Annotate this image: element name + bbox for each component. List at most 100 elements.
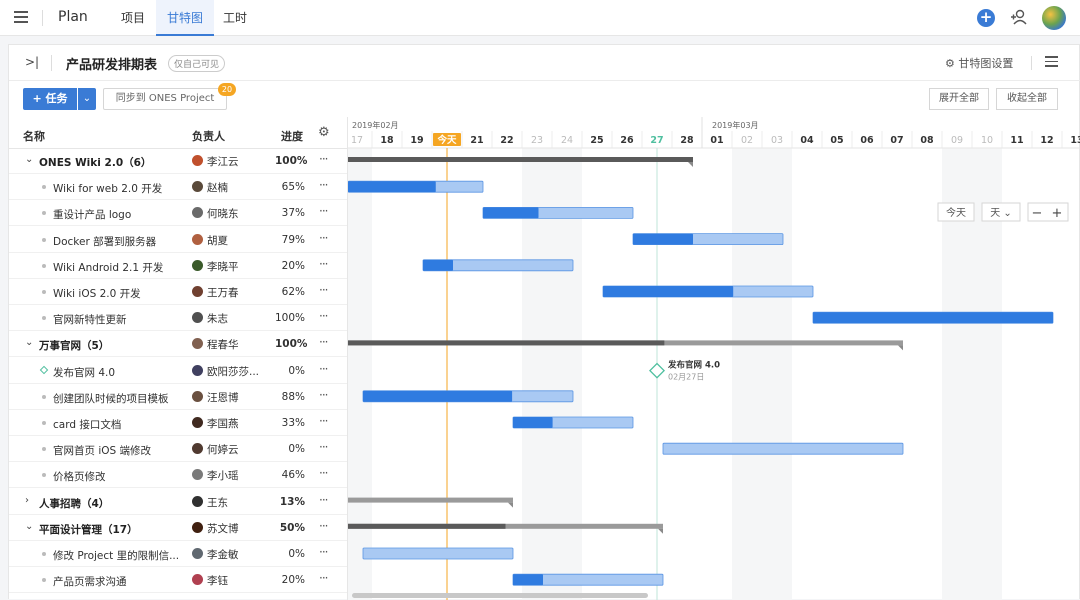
- more-actions-icon[interactable]: ···: [319, 414, 329, 428]
- summary-bar-end: [688, 162, 693, 167]
- more-actions-icon[interactable]: ···: [319, 493, 329, 507]
- chevron-down-icon[interactable]: ⌄: [25, 337, 33, 348]
- task-row[interactable]: Docker 部署到服务器 胡夏 79% ···: [9, 227, 347, 253]
- task-row[interactable]: 价格页修改 李小瑶 46% ···: [9, 462, 347, 489]
- owner-cell[interactable]: 朱志: [192, 311, 228, 326]
- owner-cell[interactable]: 王万春: [192, 285, 239, 300]
- task-name[interactable]: Wiki Android 2.1 开发: [53, 260, 187, 275]
- add-member-icon[interactable]: [1008, 6, 1030, 28]
- group-row[interactable]: ⌄ 万事官网（5） 程春华 100% ···: [9, 331, 347, 358]
- column-header-progress[interactable]: 进度: [281, 128, 303, 148]
- more-actions-icon[interactable]: ···: [319, 231, 329, 245]
- chevron-down-icon[interactable]: ⌄: [25, 521, 33, 532]
- owner-cell[interactable]: 李晓平: [192, 259, 239, 274]
- more-actions-icon[interactable]: ···: [319, 152, 329, 166]
- task-row[interactable]: Wiki iOS 2.0 开发 王万春 62% ···: [9, 279, 347, 305]
- user-avatar[interactable]: [1042, 6, 1066, 30]
- gantt-settings-button[interactable]: ⚙ 甘特图设置: [945, 55, 1013, 71]
- more-actions-icon[interactable]: ···: [319, 388, 329, 402]
- owner-cell[interactable]: 李小瑶: [192, 468, 239, 483]
- more-actions-icon[interactable]: ···: [319, 257, 329, 271]
- list-view-icon[interactable]: [1045, 56, 1058, 67]
- group-row[interactable]: ⌄ 平面设计管理（17） 苏文博 50% ···: [9, 515, 347, 541]
- owner-cell[interactable]: 李江云: [192, 154, 239, 169]
- task-name[interactable]: 重设计产品 logo: [53, 207, 187, 222]
- task-name[interactable]: Wiki for web 2.0 开发: [53, 181, 187, 196]
- task-name[interactable]: ONES Wiki 2.0（6）: [39, 155, 189, 170]
- summary-bar[interactable]: [348, 497, 513, 503]
- more-actions-icon[interactable]: ···: [319, 519, 329, 533]
- task-name[interactable]: Docker 部署到服务器: [53, 234, 187, 249]
- owner-cell[interactable]: 王东: [192, 495, 228, 510]
- tab-projects[interactable]: 项目: [110, 0, 156, 36]
- task-row[interactable]: Wiki for web 2.0 开发 赵楠 65% ···: [9, 174, 347, 201]
- task-row[interactable]: 修改 Project 里的限制信... 李金敏 0% ···: [9, 541, 347, 567]
- more-actions-icon[interactable]: ···: [319, 335, 329, 349]
- more-actions-icon[interactable]: ···: [319, 204, 329, 218]
- more-actions-icon[interactable]: ···: [319, 178, 329, 192]
- task-name[interactable]: 发布官网 4.0: [53, 365, 187, 380]
- more-actions-icon[interactable]: ···: [319, 545, 329, 559]
- task-bar[interactable]: [362, 547, 514, 560]
- chevron-down-icon[interactable]: ⌄: [78, 88, 96, 110]
- create-plus-icon[interactable]: +: [977, 9, 995, 27]
- owner-cell[interactable]: 何晓东: [192, 206, 239, 221]
- horizontal-scrollbar[interactable]: [352, 593, 648, 598]
- owner-cell[interactable]: 李国燕: [192, 416, 239, 431]
- more-actions-icon[interactable]: ···: [319, 309, 329, 323]
- collapse-sidebar-icon[interactable]: >|: [25, 55, 39, 69]
- group-row[interactable]: › 人事招聘（4） 王东 13% ···: [9, 489, 347, 515]
- zoom-out-icon[interactable]: −: [1032, 206, 1043, 221]
- sync-project-button[interactable]: 同步到 ONES Project: [103, 88, 227, 110]
- owner-cell[interactable]: 欧阳莎莎...: [192, 364, 259, 379]
- owner-cell[interactable]: 赵楠: [192, 180, 228, 195]
- more-actions-icon[interactable]: ···: [319, 440, 329, 454]
- task-name[interactable]: card 接口文档: [53, 417, 187, 432]
- task-name[interactable]: 平面设计管理（17）: [39, 522, 189, 537]
- owner-cell[interactable]: 胡夏: [192, 233, 228, 248]
- task-row[interactable]: 官网首页 iOS 端修改 何婷云 0% ···: [9, 436, 347, 463]
- column-settings-icon[interactable]: ⚙: [318, 125, 330, 145]
- chevron-down-icon[interactable]: ⌄: [25, 154, 33, 165]
- task-name[interactable]: 官网新特性更新: [53, 312, 187, 327]
- task-name[interactable]: 产品页需求沟通: [53, 574, 187, 589]
- task-name[interactable]: 官网首页 iOS 端修改: [53, 443, 187, 458]
- chevron-right-icon[interactable]: ›: [25, 495, 29, 506]
- hamburger-menu-icon[interactable]: [14, 11, 28, 23]
- owner-cell[interactable]: 汪恩博: [192, 390, 239, 405]
- task-row[interactable]: card 接口文档 李国燕 33% ···: [9, 410, 347, 436]
- task-name[interactable]: 创建团队时候的项目模板: [53, 391, 187, 406]
- milestone-diamond[interactable]: [649, 362, 665, 379]
- task-row[interactable]: 产品页需求沟通 李钰 20% ···: [9, 567, 347, 594]
- more-actions-icon[interactable]: ···: [319, 571, 329, 585]
- expand-all-button[interactable]: 展开全部: [929, 88, 989, 110]
- task-row[interactable]: Wiki Android 2.1 开发 李晓平 20% ···: [9, 253, 347, 279]
- task-name[interactable]: 修改 Project 里的限制信...: [53, 548, 187, 563]
- owner-cell[interactable]: 苏文博: [192, 521, 239, 536]
- more-actions-icon[interactable]: ···: [319, 362, 329, 376]
- task-bar[interactable]: [662, 442, 904, 455]
- tab-timesheet[interactable]: 工时: [212, 0, 258, 36]
- more-actions-icon[interactable]: ···: [319, 466, 329, 480]
- tab-gantt[interactable]: 甘特图: [156, 0, 215, 36]
- zoom-in-icon[interactable]: +: [1052, 206, 1063, 221]
- column-header-name[interactable]: 名称: [23, 128, 45, 148]
- task-row[interactable]: 发布官网 4.0 欧阳莎莎... 0% ···: [9, 358, 347, 384]
- more-actions-icon[interactable]: ···: [319, 283, 329, 297]
- task-name[interactable]: 价格页修改: [53, 469, 187, 484]
- owner-cell[interactable]: 程春华: [192, 337, 239, 352]
- owner-cell[interactable]: 何婷云: [192, 442, 239, 457]
- column-header-owner[interactable]: 负责人: [192, 128, 225, 148]
- task-name[interactable]: 万事官网（5）: [39, 338, 189, 353]
- group-row[interactable]: ⌄ ONES Wiki 2.0（6） 李江云 100% ···: [9, 148, 347, 174]
- owner-cell[interactable]: 李钰: [192, 573, 228, 588]
- add-task-button[interactable]: + 任务: [23, 88, 77, 110]
- task-row[interactable]: 官网新特性更新 朱志 100% ···: [9, 305, 347, 332]
- task-row[interactable]: 创建团队时候的项目模板 汪恩博 88% ···: [9, 384, 347, 410]
- owner-cell[interactable]: 李金敏: [192, 547, 239, 562]
- task-name[interactable]: Wiki iOS 2.0 开发: [53, 286, 187, 301]
- task-row[interactable]: 重设计产品 logo 何晓东 37% ···: [9, 200, 347, 227]
- avatar: [192, 469, 203, 481]
- task-name[interactable]: 人事招聘（4）: [39, 496, 189, 511]
- collapse-all-button[interactable]: 收起全部: [996, 88, 1058, 110]
